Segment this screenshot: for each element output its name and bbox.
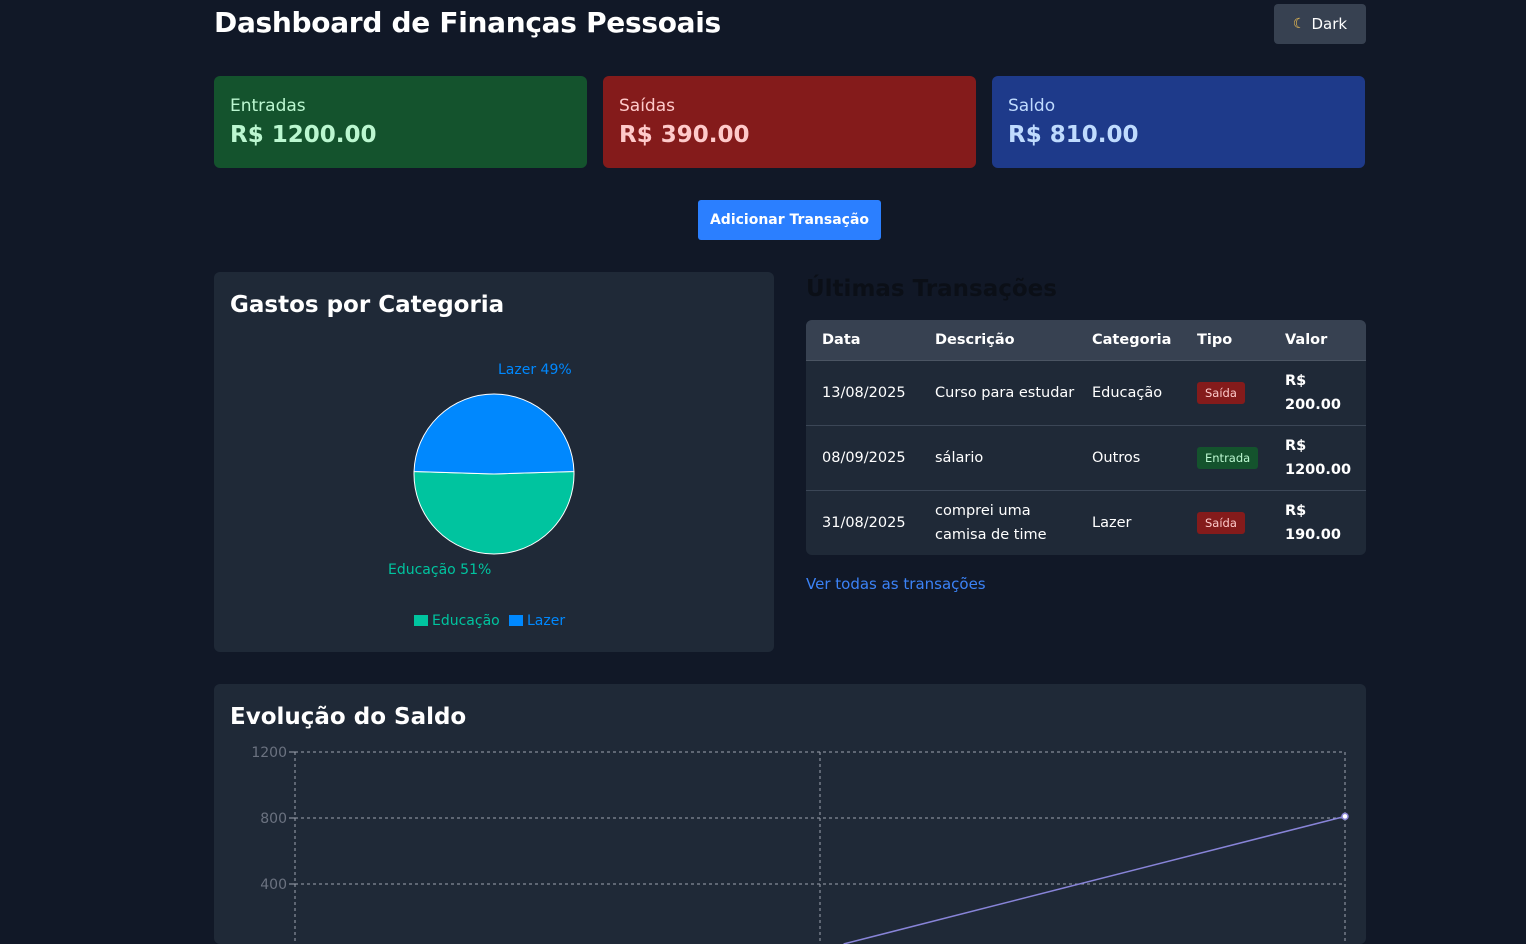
- column-header-valor: Valor: [1269, 320, 1366, 360]
- cell-descricao: Curso para estudar: [919, 359, 1076, 425]
- balance-value: R$ 810.00: [1008, 122, 1139, 148]
- pie-slice-educacao[interactable]: [413, 470, 575, 555]
- expense-value: R$ 390.00: [619, 122, 750, 148]
- valor-prefix: R$: [1285, 437, 1307, 454]
- table-row: 13/08/2025 Curso para estudar Educação S…: [806, 359, 1366, 425]
- transactions-title: Últimas Transações: [806, 276, 1057, 302]
- balance-label: Saldo: [1008, 96, 1056, 116]
- table-row: 08/09/2025 sálario Outros Entrada R$ 1200…: [806, 424, 1366, 490]
- column-header-categoria: Categoria: [1076, 320, 1181, 360]
- cell-tipo: Entrada: [1181, 424, 1269, 490]
- pie-label-lazer: Lazer 49%: [498, 362, 572, 378]
- theme-toggle-button[interactable]: ☾ Dark: [1274, 4, 1366, 44]
- type-badge: Saída: [1197, 381, 1245, 404]
- type-badge: Saída: [1197, 511, 1245, 534]
- legend-label-educacao: Educação: [432, 613, 500, 629]
- cell-valor: R$ 1200.00: [1269, 424, 1366, 490]
- expense-label: Saídas: [619, 96, 675, 116]
- expense-card: Saídas R$ 390.00: [603, 76, 976, 168]
- income-value: R$ 1200.00: [230, 122, 377, 148]
- cell-valor: R$ 190.00: [1269, 489, 1366, 555]
- view-all-transactions-link[interactable]: Ver todas as transações: [806, 575, 986, 593]
- cell-categoria: Educação: [1076, 359, 1181, 425]
- valor-amount: 200.00: [1285, 396, 1341, 413]
- valor-prefix: R$: [1285, 372, 1307, 389]
- pie-slice-lazer[interactable]: [413, 393, 575, 475]
- transactions-table: Data Descrição Categoria Tipo Valor 13/0…: [806, 320, 1366, 555]
- legend-label-lazer: Lazer: [527, 613, 565, 629]
- balance-series-line: [843, 815, 1346, 944]
- cell-descricao: comprei uma camisa de time: [919, 489, 1076, 555]
- balance-line-chart: 1200 800 400: [251, 745, 1349, 944]
- valor-amount: 190.00: [1285, 526, 1341, 543]
- table-header-row: Data Descrição Categoria Tipo Valor: [806, 320, 1366, 360]
- add-transaction-button[interactable]: Adicionar Transação: [698, 200, 881, 240]
- balance-chart-panel: Evolução do Saldo 1200 800 400: [214, 684, 1366, 944]
- legend-swatch-lazer: [509, 615, 523, 626]
- balance-card: Saldo R$ 810.00: [992, 76, 1365, 168]
- income-label: Entradas: [230, 96, 306, 116]
- cell-tipo: Saída: [1181, 489, 1269, 555]
- cell-data: 08/09/2025: [806, 424, 919, 490]
- cell-data: 13/08/2025: [806, 359, 919, 425]
- page-title: Dashboard de Finanças Pessoais: [214, 6, 721, 39]
- cell-tipo: Saída: [1181, 359, 1269, 425]
- type-badge: Entrada: [1197, 446, 1259, 469]
- valor-prefix: R$: [1285, 502, 1307, 519]
- column-header-data: Data: [806, 320, 919, 360]
- cell-data: 31/08/2025: [806, 489, 919, 555]
- category-pie-chart: Lazer 49% Educação 51% Educação Lazer: [388, 362, 575, 629]
- table-row: 31/08/2025 comprei uma camisa de time La…: [806, 489, 1366, 555]
- moon-icon: ☾: [1292, 16, 1306, 32]
- y-tick-label: 400: [260, 877, 287, 893]
- column-header-descricao: Descrição: [919, 320, 1076, 360]
- cell-categoria: Lazer: [1076, 489, 1181, 555]
- cell-descricao: sálario: [919, 424, 1076, 490]
- chart-grid: [294, 751, 1346, 944]
- pie-label-educacao: Educação 51%: [388, 562, 491, 578]
- theme-toggle-label: Dark: [1311, 15, 1348, 33]
- y-tick-label: 800: [260, 811, 287, 827]
- balance-data-point[interactable]: [1341, 812, 1349, 821]
- dashboard: Dashboard de Finanças Pessoais ☾ Dark En…: [214, 0, 1366, 944]
- cell-valor: R$ 200.00: [1269, 359, 1366, 425]
- income-card: Entradas R$ 1200.00: [214, 76, 587, 168]
- valor-amount: 1200.00: [1285, 461, 1352, 478]
- y-tick-label: 1200: [251, 745, 287, 761]
- column-header-tipo: Tipo: [1181, 320, 1269, 360]
- cell-categoria: Outros: [1076, 424, 1181, 490]
- legend-swatch-educacao: [414, 615, 428, 626]
- category-chart-panel: Gastos por Categoria Lazer 49% Educação 5…: [214, 272, 774, 652]
